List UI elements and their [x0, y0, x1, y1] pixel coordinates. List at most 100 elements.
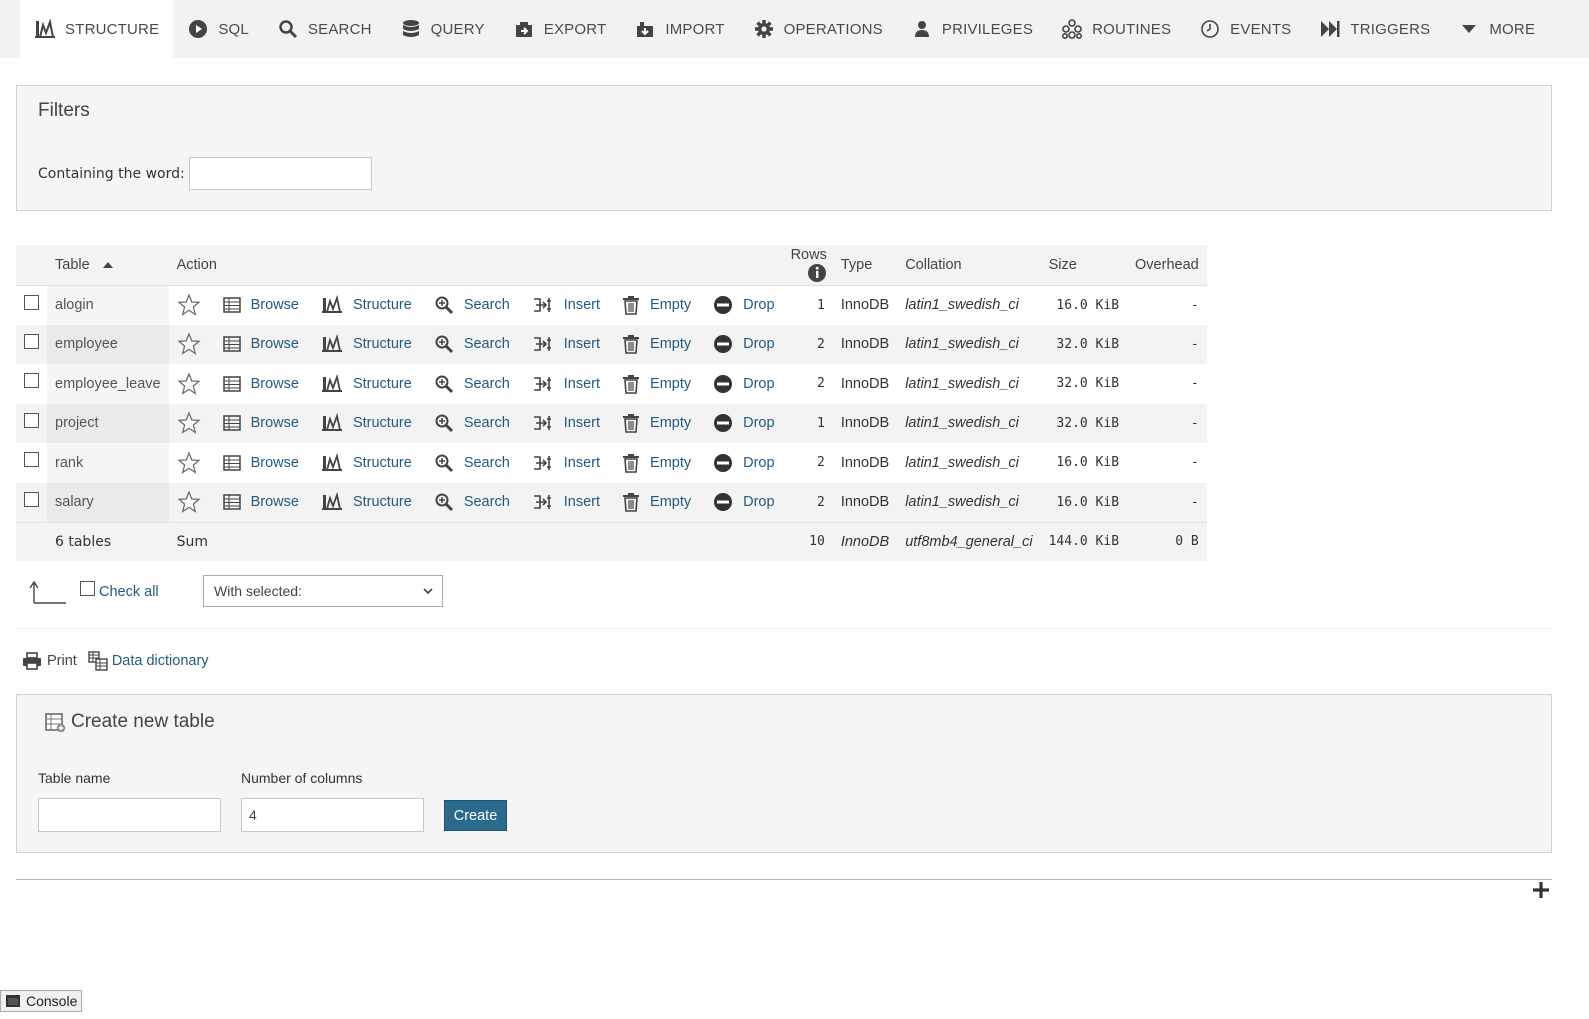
- action-label: Drop: [743, 454, 775, 471]
- tab-privileges[interactable]: PRIVILEGES: [897, 0, 1047, 58]
- action-label: Browse: [250, 336, 299, 353]
- row-checkbox[interactable]: [24, 452, 39, 468]
- empty-action[interactable]: Empty: [622, 413, 691, 434]
- favorite-star-icon[interactable]: [177, 332, 201, 356]
- search-action[interactable]: Search: [434, 374, 510, 394]
- empty-action[interactable]: Empty: [622, 295, 691, 315]
- structure-action[interactable]: Structure: [321, 492, 412, 512]
- row-type: InnoDB: [832, 443, 898, 483]
- search-action[interactable]: Search: [434, 492, 510, 512]
- create-button[interactable]: Create: [444, 800, 507, 831]
- drop-action[interactable]: Drop: [713, 295, 775, 315]
- console-button[interactable]: Console: [0, 990, 83, 1012]
- info-icon[interactable]: [807, 263, 827, 283]
- tab-import[interactable]: IMPORT: [620, 0, 738, 58]
- insert-action[interactable]: Insert: [532, 334, 600, 354]
- print-link[interactable]: Print: [47, 653, 77, 669]
- row-collation: latin1_swedish_ci: [897, 364, 1041, 404]
- browse-action[interactable]: Browse: [222, 493, 299, 511]
- favorite-star-icon[interactable]: [177, 451, 201, 475]
- tab-routines[interactable]: ROUTINES: [1047, 0, 1185, 58]
- columns-input[interactable]: 4: [241, 798, 424, 832]
- row-checkbox[interactable]: [24, 294, 39, 310]
- insert-action[interactable]: Insert: [532, 295, 600, 315]
- structure-action[interactable]: Structure: [321, 334, 412, 354]
- search-action[interactable]: Search: [434, 334, 510, 354]
- drop-action[interactable]: Drop: [713, 374, 775, 394]
- search-action[interactable]: Search: [434, 453, 510, 473]
- row-size[interactable]: 16.0 KiB: [1040, 285, 1128, 325]
- structure-action[interactable]: Structure: [321, 373, 412, 394]
- table-footer-row: 6 tables Sum 10 InnoDB utf8mb4_general_c…: [16, 521, 1207, 561]
- data-dictionary-link[interactable]: Data dictionary: [112, 653, 209, 669]
- row-size[interactable]: 16.0 KiB: [1040, 443, 1128, 483]
- table-name[interactable]: rank: [47, 443, 169, 483]
- tab-sql[interactable]: SQL: [173, 0, 263, 58]
- browse-action[interactable]: Browse: [222, 335, 299, 353]
- insert-icon: [532, 374, 559, 394]
- row-checkbox[interactable]: [24, 333, 39, 349]
- table-name[interactable]: project: [47, 403, 169, 443]
- row-checkbox-cell: [16, 285, 47, 325]
- row-checkbox-cell: [16, 364, 47, 404]
- header-table[interactable]: Table: [47, 245, 169, 286]
- search-action[interactable]: Search: [434, 295, 510, 315]
- row-checkbox[interactable]: [24, 373, 39, 389]
- plus-icon[interactable]: [1531, 880, 1551, 900]
- insert-action[interactable]: Insert: [532, 374, 600, 394]
- row-checkbox[interactable]: [24, 412, 39, 428]
- table-name[interactable]: employee_leave: [47, 364, 169, 404]
- action-label: Search: [463, 454, 510, 471]
- structure-icon: [34, 19, 56, 39]
- row-size[interactable]: 32.0 KiB: [1040, 403, 1128, 443]
- structure-action[interactable]: Structure: [321, 413, 412, 433]
- row-checkbox[interactable]: [24, 491, 39, 507]
- tab-triggers[interactable]: TRIGGERS: [1305, 0, 1444, 58]
- action-label: Drop: [743, 297, 775, 313]
- empty-action[interactable]: Empty: [622, 492, 691, 512]
- table-name[interactable]: alogin: [47, 285, 169, 325]
- filter-input[interactable]: [189, 157, 372, 190]
- check-all-checkbox[interactable]: [80, 580, 95, 596]
- row-size[interactable]: 16.0 KiB: [1040, 482, 1128, 522]
- tab-search[interactable]: SEARCH: [263, 0, 386, 58]
- tab-more[interactable]: MORE: [1444, 0, 1549, 58]
- favorite-star-icon[interactable]: [177, 372, 201, 396]
- insert-action[interactable]: Insert: [532, 492, 600, 512]
- empty-action[interactable]: Empty: [622, 374, 691, 394]
- browse-action[interactable]: Browse: [222, 375, 299, 393]
- empty-action[interactable]: Empty: [622, 334, 691, 355]
- structure-action[interactable]: Structure: [321, 452, 412, 473]
- structure-action[interactable]: Structure: [321, 295, 412, 315]
- table-row: employee Browse Structure Search Insert Empty…: [16, 324, 1207, 364]
- tab-events[interactable]: EVENTS: [1185, 0, 1305, 58]
- empty-action[interactable]: Empty: [622, 453, 691, 473]
- browse-action[interactable]: Browse: [222, 414, 299, 432]
- favorite-star-icon[interactable]: [177, 490, 201, 514]
- row-size[interactable]: 32.0 KiB: [1040, 324, 1128, 364]
- favorite-star-icon[interactable]: [177, 411, 201, 435]
- browse-action[interactable]: Browse: [222, 454, 299, 472]
- insert-action[interactable]: Insert: [532, 413, 600, 433]
- search-action[interactable]: Search: [434, 413, 510, 433]
- insert-action[interactable]: Insert: [532, 453, 600, 473]
- drop-action[interactable]: Drop: [713, 413, 775, 433]
- tab-export[interactable]: EXPORT: [499, 0, 621, 58]
- tab-query[interactable]: QUERY: [386, 0, 499, 58]
- with-selected-select[interactable]: With selected:: [203, 575, 443, 607]
- drop-action[interactable]: Drop: [713, 334, 775, 354]
- row-size[interactable]: 32.0 KiB: [1040, 364, 1128, 404]
- tab-label: ROUTINES: [1092, 20, 1172, 38]
- table-row: employee_leave Browse Structure Search Inser…: [16, 364, 1207, 404]
- table-name[interactable]: employee: [47, 324, 169, 364]
- drop-action[interactable]: Drop: [713, 492, 775, 512]
- action-label: Insert: [563, 415, 601, 432]
- drop-action[interactable]: Drop: [713, 453, 775, 473]
- check-all-link[interactable]: Check all: [99, 584, 159, 600]
- browse-action[interactable]: Browse: [222, 296, 299, 314]
- tab-operations[interactable]: OPERATIONS: [739, 0, 897, 58]
- favorite-star-icon[interactable]: [177, 293, 201, 317]
- table-name[interactable]: salary: [47, 482, 169, 522]
- table-name-input[interactable]: [38, 798, 221, 832]
- tab-structure[interactable]: STRUCTURE: [20, 0, 174, 58]
